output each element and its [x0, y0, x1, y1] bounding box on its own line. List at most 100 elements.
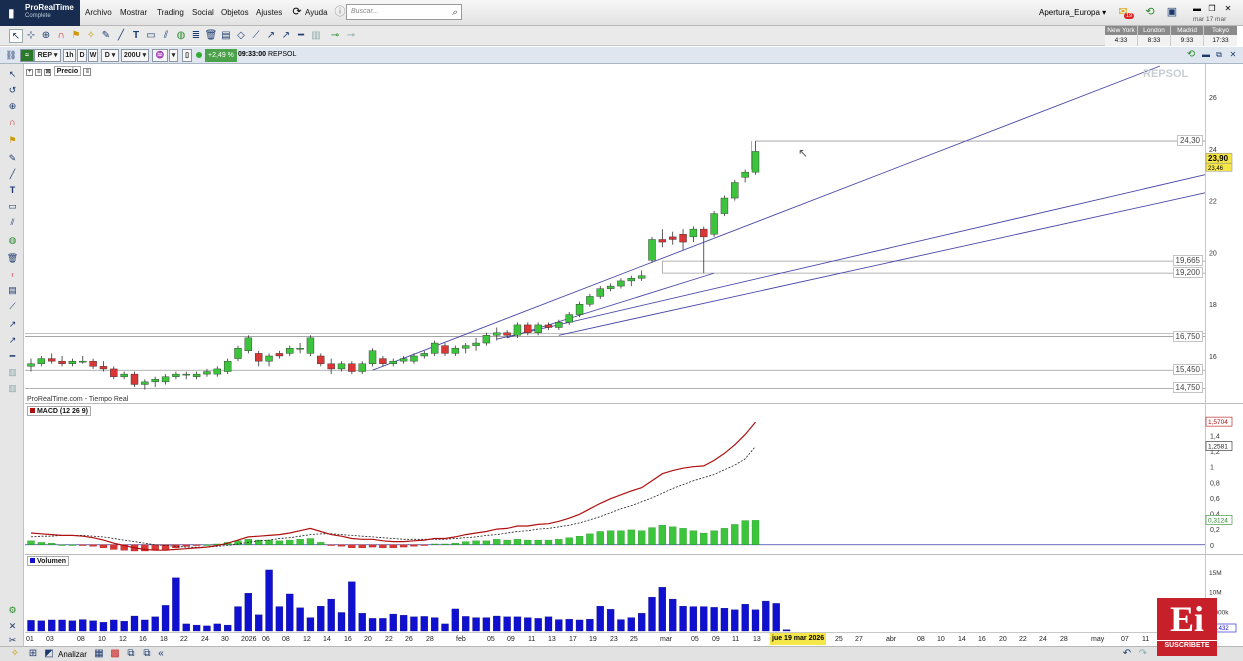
- volume-pane-title[interactable]: Volumen: [27, 556, 69, 566]
- candle-body: [68, 360, 77, 364]
- alert-list-icon[interactable]: ✧: [8, 647, 22, 661]
- expand-icon[interactable]: ⊠: [44, 69, 52, 76]
- candle-body: [700, 228, 708, 238]
- volume-bar: [223, 624, 232, 632]
- time-axis-tick: 25: [630, 636, 638, 643]
- macd-pane-title[interactable]: MACD (12 26 9): [27, 406, 91, 416]
- level-label[interactable]: 14,750: [1172, 382, 1203, 394]
- candle-body: [348, 363, 356, 372]
- redo-icon[interactable]: ↷: [1136, 647, 1150, 661]
- level-label[interactable]: 15,450: [1172, 364, 1203, 376]
- mouse-cursor-icon: ↖: [798, 146, 808, 160]
- macd-histogram-bar: [79, 544, 87, 546]
- volume-bar: [203, 625, 211, 632]
- candle-body: [120, 373, 128, 377]
- macd-axis-tick: 1: [1210, 465, 1214, 472]
- volume-bar: [275, 606, 284, 632]
- menu-icon[interactable]: ≡: [83, 68, 92, 76]
- time-axis-tick: 27: [855, 636, 863, 643]
- time-axis-tick: 12: [303, 636, 311, 643]
- macd-histogram-bar: [389, 544, 397, 549]
- table-icon[interactable]: ▦: [92, 647, 106, 661]
- volume-bar: [68, 620, 77, 632]
- level-label[interactable]: 19,200: [1172, 267, 1203, 279]
- macd-histogram-bar: [410, 544, 418, 547]
- price-axis-tick: 18: [1209, 302, 1217, 309]
- time-axis-tick: 11: [528, 636, 536, 643]
- macd-histogram-bar: [627, 529, 635, 545]
- volume-bar: [244, 593, 253, 632]
- subscribe-badge[interactable]: Ei SUSCRÍBETE: [1157, 598, 1217, 656]
- analyze-button[interactable]: Analizar: [58, 650, 87, 659]
- volume-bar: [110, 619, 118, 632]
- candle-body: [254, 353, 263, 362]
- time-axis-tick: 18: [160, 636, 168, 643]
- macd-histogram-bar: [296, 539, 304, 545]
- macd-axis-tick: 0,8: [1210, 480, 1220, 487]
- candle-body: [275, 353, 284, 357]
- level-label[interactable]: 24,30: [1176, 135, 1203, 147]
- macd-histogram-bar: [430, 543, 439, 545]
- candle-body: [503, 332, 511, 336]
- time-axis-tick: 11: [732, 636, 740, 643]
- time-axis-tick: 05: [691, 636, 699, 643]
- macd-color-swatch: [30, 408, 35, 413]
- volume-bar: [482, 617, 491, 632]
- time-axis-tick: may: [1091, 636, 1105, 643]
- analyze-icon[interactable]: ◩: [42, 647, 56, 661]
- volume-bar: [741, 604, 749, 632]
- undo-icon[interactable]: ↶: [1120, 647, 1134, 661]
- candle-body: [689, 228, 698, 238]
- level-label[interactable]: 16,750: [1172, 330, 1203, 342]
- candle-body: [441, 345, 449, 354]
- candle-body: [368, 350, 377, 364]
- macd-histogram-bar: [420, 544, 428, 546]
- window-list-icon[interactable]: ⧉: [140, 647, 154, 661]
- candle-body: [58, 360, 66, 364]
- candle-body: [172, 373, 180, 377]
- time-axis-tick: 01: [26, 636, 34, 643]
- volume-bar: [172, 577, 180, 632]
- time-axis-tick: 16: [344, 636, 352, 643]
- macd-histogram-bar: [648, 527, 656, 545]
- subscribe-text: SUSCRÍBETE: [1157, 640, 1217, 651]
- scroll-left-icon[interactable]: «: [154, 647, 168, 661]
- macd-histogram-bar: [741, 520, 749, 545]
- macd-histogram-bar: [606, 530, 615, 545]
- macd-histogram-bar: [524, 539, 532, 545]
- time-axis[interactable]: 01 03 08 10 12 16 18 22 24 30 2026 06 08 12 14 16 20 22 26…: [25, 632, 1205, 646]
- macd-histogram-bar: [658, 525, 666, 545]
- candle-body: [410, 355, 418, 362]
- time-axis-tick: 22: [180, 636, 188, 643]
- volume-bar: [368, 618, 377, 632]
- time-axis-tick: 14: [958, 636, 966, 643]
- volume-bar: [27, 620, 35, 632]
- candle-body: [265, 355, 273, 362]
- time-axis-tick: 19: [589, 636, 597, 643]
- volume-bar: [462, 616, 470, 632]
- price-pane-title[interactable]: Precio: [53, 66, 82, 76]
- volume-bar: [130, 615, 139, 632]
- brand-letter: Ei: [1169, 599, 1204, 639]
- volume-bar: [648, 596, 656, 632]
- screener-icon[interactable]: ▩: [108, 647, 122, 661]
- candle-body: [565, 314, 573, 323]
- macd-histogram-bar: [482, 540, 491, 545]
- properties-icon[interactable]: ≡: [35, 69, 43, 76]
- volume-bar: [606, 609, 615, 632]
- volume-bar: [410, 616, 418, 632]
- volume-bar: [441, 623, 449, 632]
- candle-body: [399, 358, 408, 362]
- add-icon[interactable]: +: [26, 69, 33, 76]
- macd-histogram-bar: [669, 526, 677, 545]
- candle-body: [596, 288, 604, 297]
- copy-icon[interactable]: ⧉: [124, 647, 138, 661]
- volume-axis-tick: 15M: [1209, 570, 1222, 577]
- volume-axis-tick: 10M: [1209, 590, 1222, 597]
- layout-icon[interactable]: ⊞: [26, 647, 40, 661]
- time-axis-tick: 05: [487, 636, 495, 643]
- volume-bar: [120, 621, 128, 632]
- level-label[interactable]: 19,665: [1172, 255, 1203, 267]
- time-axis-tick: 10: [98, 636, 106, 643]
- macd-axis-tick: 0,6: [1210, 496, 1220, 503]
